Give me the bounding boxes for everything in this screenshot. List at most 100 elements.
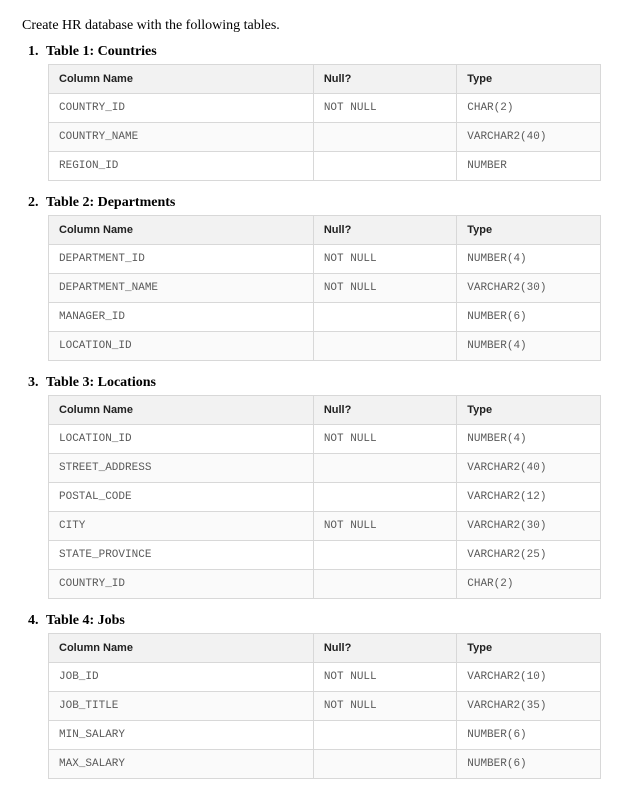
header-column-name: Column Name [49, 216, 314, 245]
cell-column-name: MIN_SALARY [49, 721, 314, 750]
cell-column-name: REGION_ID [49, 152, 314, 181]
cell-type: NUMBER(6) [457, 303, 600, 332]
header-null: Null? [313, 634, 456, 663]
cell-type: CHAR(2) [457, 94, 600, 123]
cell-type: VARCHAR2(40) [457, 454, 600, 483]
table-row: LOCATION_ID NUMBER(4) [49, 332, 601, 361]
cell-null: NOT NULL [313, 663, 456, 692]
heading-number: 2. [28, 195, 46, 211]
cell-type: VARCHAR2(40) [457, 123, 600, 152]
cell-type: NUMBER(4) [457, 425, 600, 454]
header-type: Type [457, 396, 600, 425]
table-heading: 4.Table 4: Jobs [22, 613, 610, 629]
cell-column-name: LOCATION_ID [49, 425, 314, 454]
table-heading: 2.Table 2: Departments [22, 195, 610, 211]
heading-title: Table 2: Departments [46, 195, 175, 210]
intro-text: Create HR database with the following ta… [22, 18, 610, 34]
cell-type: VARCHAR2(10) [457, 663, 600, 692]
table-row: JOB_TITLENOT NULLVARCHAR2(35) [49, 692, 601, 721]
cell-column-name: STREET_ADDRESS [49, 454, 314, 483]
cell-column-name: CITY [49, 512, 314, 541]
table-row: CITYNOT NULLVARCHAR2(30) [49, 512, 601, 541]
table-header-row: Column NameNull?Type [49, 396, 601, 425]
cell-column-name: MAX_SALARY [49, 750, 314, 779]
table-row: COUNTRY_ID CHAR(2) [49, 570, 601, 599]
table-row: MIN_SALARY NUMBER(6) [49, 721, 601, 750]
cell-column-name: DEPARTMENT_NAME [49, 274, 314, 303]
cell-column-name: POSTAL_CODE [49, 483, 314, 512]
cell-null [313, 332, 456, 361]
heading-title: Table 4: Jobs [46, 613, 125, 628]
heading-number: 4. [28, 613, 46, 629]
header-null: Null? [313, 216, 456, 245]
cell-column-name: STATE_PROVINCE [49, 541, 314, 570]
cell-null [313, 483, 456, 512]
cell-null [313, 303, 456, 332]
cell-column-name: JOB_TITLE [49, 692, 314, 721]
cell-column-name: JOB_ID [49, 663, 314, 692]
cell-column-name: LOCATION_ID [49, 332, 314, 361]
cell-null: NOT NULL [313, 94, 456, 123]
cell-type: VARCHAR2(12) [457, 483, 600, 512]
heading-title: Table 1: Countries [46, 44, 157, 59]
cell-null [313, 454, 456, 483]
cell-null: NOT NULL [313, 692, 456, 721]
cell-type: NUMBER(4) [457, 332, 600, 361]
cell-null: NOT NULL [313, 425, 456, 454]
table-heading: 1.Table 1: Countries [22, 44, 610, 60]
schema-table: Column NameNull?TypeCOUNTRY_IDNOT NULLCH… [48, 64, 601, 181]
header-type: Type [457, 216, 600, 245]
table-row: JOB_IDNOT NULLVARCHAR2(10) [49, 663, 601, 692]
table-row: STATE_PROVINCE VARCHAR2(25) [49, 541, 601, 570]
cell-column-name: MANAGER_ID [49, 303, 314, 332]
cell-type: NUMBER(4) [457, 245, 600, 274]
table-row: DEPARTMENT_IDNOT NULLNUMBER(4) [49, 245, 601, 274]
table-row: MAX_SALARY NUMBER(6) [49, 750, 601, 779]
heading-number: 1. [28, 44, 46, 60]
table-row: STREET_ADDRESS VARCHAR2(40) [49, 454, 601, 483]
table-row: LOCATION_IDNOT NULLNUMBER(4) [49, 425, 601, 454]
header-type: Type [457, 634, 600, 663]
table-heading: 3.Table 3: Locations [22, 375, 610, 391]
header-column-name: Column Name [49, 396, 314, 425]
cell-null [313, 721, 456, 750]
table-header-row: Column NameNull?Type [49, 216, 601, 245]
cell-null: NOT NULL [313, 274, 456, 303]
cell-column-name: COUNTRY_NAME [49, 123, 314, 152]
table-row: REGION_ID NUMBER [49, 152, 601, 181]
cell-column-name: COUNTRY_ID [49, 570, 314, 599]
cell-null: NOT NULL [313, 512, 456, 541]
cell-type: CHAR(2) [457, 570, 600, 599]
cell-column-name: COUNTRY_ID [49, 94, 314, 123]
header-column-name: Column Name [49, 65, 314, 94]
cell-type: VARCHAR2(35) [457, 692, 600, 721]
table-row: MANAGER_ID NUMBER(6) [49, 303, 601, 332]
table-row: DEPARTMENT_NAMENOT NULLVARCHAR2(30) [49, 274, 601, 303]
header-column-name: Column Name [49, 634, 314, 663]
table-header-row: Column NameNull?Type [49, 65, 601, 94]
header-type: Type [457, 65, 600, 94]
table-row: COUNTRY_NAME VARCHAR2(40) [49, 123, 601, 152]
heading-title: Table 3: Locations [46, 375, 156, 390]
header-null: Null? [313, 396, 456, 425]
cell-column-name: DEPARTMENT_ID [49, 245, 314, 274]
table-header-row: Column NameNull?Type [49, 634, 601, 663]
cell-null [313, 123, 456, 152]
schema-table: Column NameNull?TypeDEPARTMENT_IDNOT NUL… [48, 215, 601, 361]
cell-null: NOT NULL [313, 245, 456, 274]
cell-null [313, 570, 456, 599]
table-row: POSTAL_CODE VARCHAR2(12) [49, 483, 601, 512]
heading-number: 3. [28, 375, 46, 391]
cell-type: NUMBER [457, 152, 600, 181]
schema-table: Column NameNull?TypeJOB_IDNOT NULLVARCHA… [48, 633, 601, 779]
table-row: COUNTRY_IDNOT NULLCHAR(2) [49, 94, 601, 123]
cell-null [313, 750, 456, 779]
schema-table: Column NameNull?TypeLOCATION_IDNOT NULLN… [48, 395, 601, 599]
cell-type: NUMBER(6) [457, 721, 600, 750]
cell-type: VARCHAR2(30) [457, 512, 600, 541]
cell-type: NUMBER(6) [457, 750, 600, 779]
cell-type: VARCHAR2(25) [457, 541, 600, 570]
cell-null [313, 541, 456, 570]
header-null: Null? [313, 65, 456, 94]
cell-null [313, 152, 456, 181]
